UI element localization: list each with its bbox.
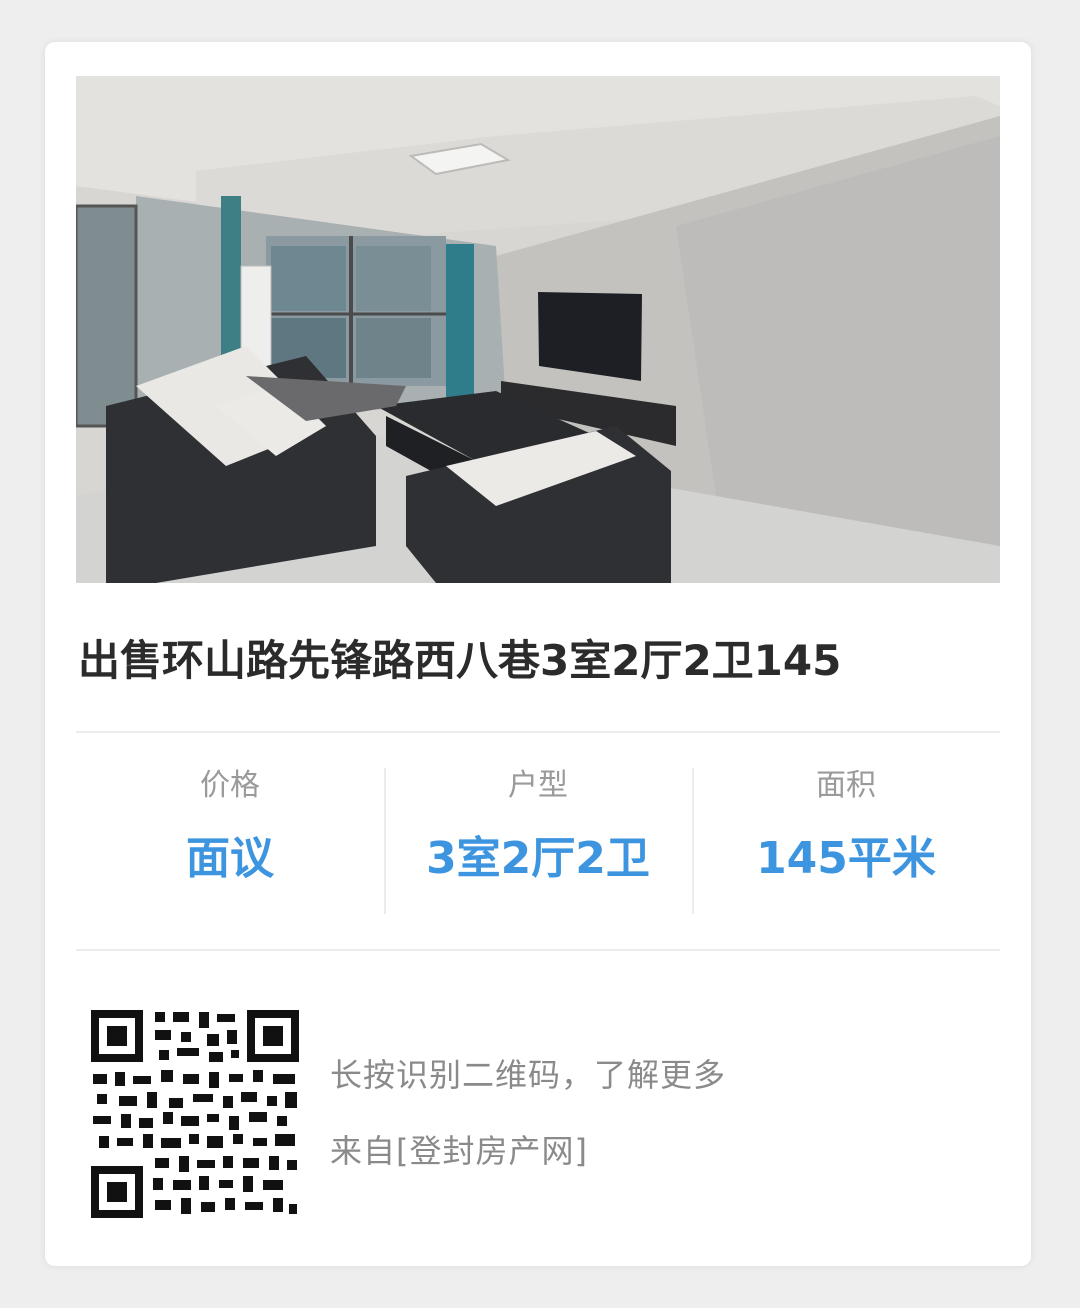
stat-label: 价格 — [200, 768, 260, 803]
qr-code-graphic — [89, 1008, 301, 1220]
qr-hint-text: 长按识别二维码，了解更多 — [330, 1056, 727, 1094]
property-photo[interactable] — [76, 76, 1000, 583]
stat-value: 3室2厅2卫 — [426, 833, 650, 884]
stats-row: 价格 面议 户型 3室2厅2卫 面积 145平米 — [76, 766, 1000, 916]
listing-card[interactable]: 出售环山路先锋路西八巷3室2厅2卫145 价格 面议 户型 3室2厅2卫 面积 … — [45, 42, 1031, 1266]
stat-area: 面积 145平米 — [692, 766, 1000, 916]
stat-label: 面积 — [816, 768, 876, 803]
qr-code-icon[interactable] — [89, 1008, 301, 1220]
stat-price: 价格 面议 — [76, 766, 384, 916]
stat-value: 面议 — [186, 833, 274, 884]
listing-title: 出售环山路先锋路西八巷3室2厅2卫145 — [78, 636, 842, 685]
stat-layout: 户型 3室2厅2卫 — [384, 766, 692, 916]
divider-top — [76, 731, 1000, 733]
source-text: 来自[登封房产网] — [330, 1132, 588, 1170]
stat-value: 145平米 — [756, 833, 936, 884]
divider-bottom — [76, 949, 1000, 951]
living-room-image — [76, 76, 1000, 583]
stat-label: 户型 — [508, 768, 568, 803]
